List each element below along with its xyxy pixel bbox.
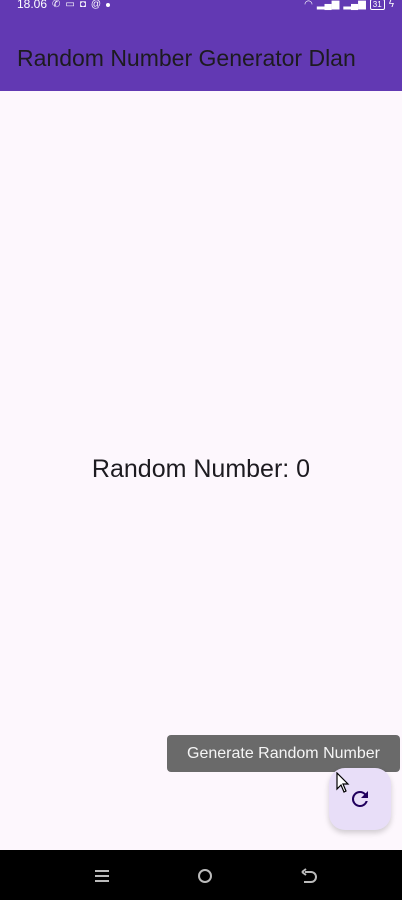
status-bar: 18.06 ✆ ▭ ◘ @ ◠ ▂▄▆ ▂▄▆ 31 ϟ [0, 0, 402, 12]
threads-icon: @ [90, 0, 102, 10]
battery-icon: 31 [369, 0, 385, 10]
whatsapp-icon: ✆ [52, 0, 61, 10]
app-title: Random Number Generator Dlan [17, 45, 356, 71]
home-icon[interactable] [195, 867, 215, 885]
app-bar: Random Number Generator Dlan [0, 12, 402, 91]
signal-1-icon: ▂▄▆ [316, 0, 340, 10]
status-time: 18.06 [17, 0, 48, 11]
wifi-icon: ◠ [304, 0, 313, 10]
recent-apps-icon[interactable] [92, 867, 112, 885]
battery-level: 31 [372, 0, 382, 9]
instagram-icon: ◘ [79, 0, 86, 10]
mouse-cursor-icon [336, 772, 350, 793]
more-notifications-icon [106, 2, 111, 7]
generate-tooltip: Generate Random Number [167, 735, 400, 772]
status-left: 18.06 ✆ ▭ ◘ @ [17, 0, 111, 11]
notification-icon: ▭ [65, 0, 75, 10]
system-nav-bar [0, 850, 402, 900]
refresh-icon [351, 791, 368, 807]
charging-icon: ϟ [388, 0, 394, 10]
random-number-text: Random Number: 0 [91, 455, 311, 483]
status-right: ◠ ▂▄▆ ▂▄▆ 31 ϟ [304, 0, 394, 10]
signal-2-icon: ▂▄▆ [343, 0, 366, 10]
back-icon[interactable] [299, 867, 319, 885]
